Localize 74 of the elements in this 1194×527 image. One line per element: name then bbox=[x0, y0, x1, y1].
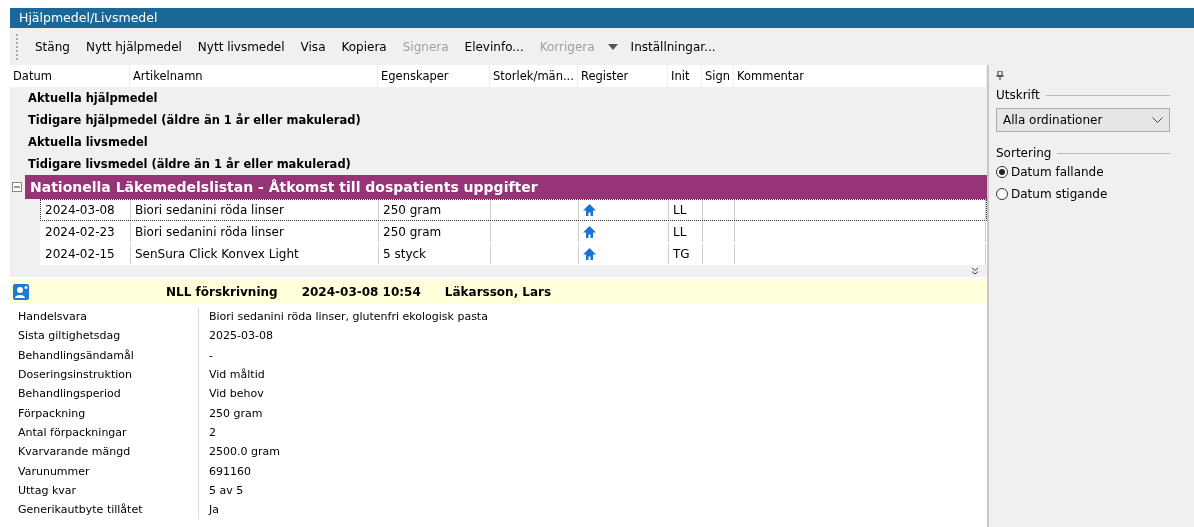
house-icon bbox=[583, 248, 596, 260]
prescription-type: NLL förskrivning bbox=[166, 284, 278, 299]
person-card-icon bbox=[13, 283, 29, 300]
table-cell: TG bbox=[669, 244, 703, 264]
table-cell: Biori sedanini röda linser bbox=[131, 200, 379, 220]
table-cell: Biori sedanini röda linser bbox=[131, 222, 379, 242]
field-value: Ja bbox=[207, 503, 219, 517]
column-header[interactable]: Register bbox=[578, 65, 668, 87]
column-header[interactable]: Datum bbox=[10, 65, 130, 87]
field-value: 2 bbox=[208, 425, 216, 439]
table-row[interactable]: 2024-03-08 Biori sedanini röda linser 250 gram LL bbox=[40, 199, 987, 221]
print-dropdown[interactable]: Alla ordinationer bbox=[996, 108, 1170, 132]
sort-radio[interactable]: Datum stigande bbox=[996, 184, 1170, 204]
toolbar-button[interactable]: Kopiera bbox=[334, 37, 394, 56]
table-cell: 2024-03-08 bbox=[41, 200, 131, 220]
group-heading[interactable]: Tidigare hjälpmedel (äldre än 1 år eller makulerad) bbox=[10, 109, 987, 131]
table-cell: 250 gram bbox=[379, 222, 491, 242]
column-header[interactable]: Artikelnamn bbox=[130, 65, 378, 87]
group-label: Sortering bbox=[996, 146, 1052, 160]
table-cell: LL bbox=[669, 200, 703, 220]
table-row[interactable]: 2024-02-15 SenSura Click Konvex Light 5 styck TG bbox=[40, 243, 987, 265]
toolbar-button[interactable]: Stäng bbox=[28, 37, 77, 56]
column-header[interactable]: Sign bbox=[702, 65, 734, 87]
column-header[interactable]: Kommentar bbox=[734, 65, 987, 87]
toolbar-button[interactable]: Visa bbox=[293, 37, 333, 56]
field-label: Förpackning bbox=[18, 403, 199, 423]
group-heading[interactable]: Aktuella livsmedel bbox=[10, 131, 987, 153]
field-value: 691160 bbox=[208, 464, 251, 478]
table-cell: 2024-02-23 bbox=[41, 222, 131, 242]
sort-radio[interactable]: Datum fallande bbox=[996, 162, 1170, 182]
toolbar-button[interactable]: Nytt livsmedel bbox=[190, 37, 292, 56]
column-header[interactable]: Egenskaper bbox=[378, 65, 490, 87]
field-value: Vid måltid bbox=[208, 368, 265, 382]
prescriber-name: Läkarsson, Lars bbox=[444, 284, 552, 299]
field-label: Doseringsinstruktion bbox=[18, 364, 199, 385]
table-row[interactable]: 2024-02-23 Biori sedanini röda linser 250 gram LL bbox=[40, 221, 987, 243]
field-label: Generikautbyte tillåtet bbox=[18, 499, 199, 520]
table-cell: 2024-02-15 bbox=[41, 244, 131, 264]
group-heading[interactable]: Aktuella hjälpmedel bbox=[10, 87, 987, 109]
field-value: Biori sedanini röda linser, glutenfri ekologisk pasta bbox=[208, 310, 488, 324]
field-label: Kvarvarande mängd bbox=[18, 442, 199, 462]
window-title: Hjälpmedel/Livsmedel bbox=[10, 8, 1194, 28]
field-label: Antal förpackningar bbox=[18, 422, 199, 443]
chevron-down-icon bbox=[1152, 116, 1163, 124]
expand-chevron-icon[interactable] bbox=[971, 267, 979, 275]
toolbar-button[interactable]: Elevinfo... bbox=[457, 37, 531, 56]
field-label: Uttag kvar bbox=[18, 480, 199, 500]
column-header[interactable]: Storlek/män... bbox=[490, 65, 578, 87]
field-value: Vid behov bbox=[208, 387, 264, 401]
field-label: Sista giltighetsdag bbox=[18, 326, 199, 346]
house-icon bbox=[583, 226, 596, 238]
field-value: 250 gram bbox=[208, 406, 263, 420]
toolbar-button[interactable]: Nytt hjälpmedel bbox=[78, 37, 189, 56]
field-value: 2025-03-08 bbox=[208, 329, 273, 343]
field-value: - bbox=[208, 348, 213, 362]
table-cell: 250 gram bbox=[379, 200, 491, 220]
collapse-icon[interactable] bbox=[12, 182, 22, 192]
group-label: Utskrift bbox=[996, 88, 1040, 102]
field-value: 2500.0 gram bbox=[208, 445, 280, 459]
table-cell: 5 styck bbox=[379, 244, 491, 264]
pin-icon[interactable] bbox=[996, 71, 1004, 80]
group-heading[interactable]: Tidigare livsmedel (äldre än 1 år eller makulerad) bbox=[10, 153, 987, 175]
prescription-datetime: 2024-03-08 10:54 bbox=[301, 284, 421, 299]
table-cell: SenSura Click Konvex Light bbox=[131, 244, 379, 264]
house-icon bbox=[583, 204, 596, 216]
toolbar-button[interactable]: Inställningar... bbox=[623, 37, 723, 56]
field-label: Behandlingsperiod bbox=[18, 384, 199, 404]
field-value: 5 av 5 bbox=[208, 483, 244, 497]
section-heading[interactable]: Nationella Läkemedelslistan - Åtkomst till dospatients uppgifter bbox=[25, 175, 987, 199]
field-label: Handelsvara bbox=[18, 307, 199, 327]
column-header[interactable]: Init bbox=[668, 65, 702, 87]
field-label: Varunummer bbox=[18, 461, 199, 481]
table-cell: LL bbox=[669, 222, 703, 242]
field-label: Behandlingsändamål bbox=[18, 345, 199, 365]
